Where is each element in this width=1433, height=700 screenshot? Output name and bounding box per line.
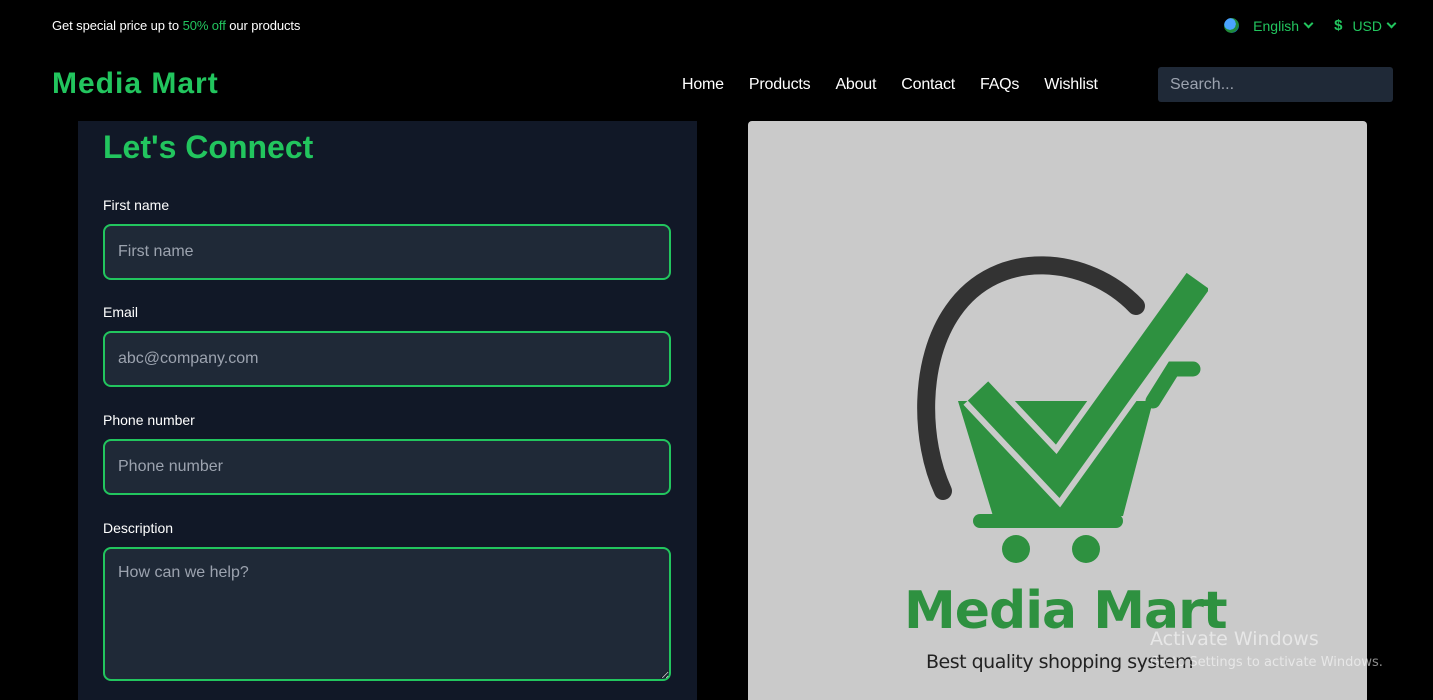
activation-watermark-title: Activate Windows <box>1150 628 1319 650</box>
brand-logo[interactable]: Media Mart <box>52 67 219 101</box>
promo-banner: Get special price up to 50% off our prod… <box>52 18 300 33</box>
currency-select[interactable]: USD <box>1352 17 1397 34</box>
phone-field[interactable] <box>103 439 671 495</box>
promo-prefix: Get special price up to <box>52 18 183 33</box>
form-title: Let's Connect <box>103 129 314 165</box>
first-name-field[interactable] <box>103 224 671 280</box>
description-label: Description <box>103 520 174 536</box>
nav-products[interactable]: Products <box>749 76 811 94</box>
language-label: English <box>1253 17 1300 34</box>
currency-icon: $ <box>1334 17 1343 34</box>
logo-card: Media Mart Best quality shopping system <box>748 121 1367 700</box>
nav-contact[interactable]: Contact <box>901 76 955 94</box>
page: Get special price up to 50% off our prod… <box>8 8 1425 700</box>
globe-icon <box>1224 18 1240 33</box>
language-select[interactable]: English <box>1253 17 1314 34</box>
first-name-label: First name <box>103 197 170 213</box>
cart-check-icon <box>917 256 1208 563</box>
main-nav: Home Products About Contact FAQs Wishlis… <box>682 75 1123 95</box>
activation-watermark-hint: Go to Settings to activate Windows. <box>1150 655 1383 670</box>
phone-label: Phone number <box>103 412 195 428</box>
nav-faqs[interactable]: FAQs <box>980 76 1019 94</box>
promo-highlight: 50% off <box>182 18 226 33</box>
search-input[interactable] <box>1158 67 1393 102</box>
description-field[interactable] <box>103 547 671 681</box>
email-field[interactable] <box>103 331 671 387</box>
nav-about[interactable]: About <box>835 76 876 94</box>
currency-label: USD <box>1352 17 1382 34</box>
chevron-down-icon <box>1303 18 1314 29</box>
nav-wishlist[interactable]: Wishlist <box>1044 76 1098 94</box>
contact-form: Let's Connect First name Email Phone num… <box>78 121 697 700</box>
nav-home[interactable]: Home <box>682 76 724 94</box>
chevron-down-icon <box>1386 18 1397 29</box>
email-label: Email <box>103 304 139 320</box>
locale-controls: English $ USD <box>1224 17 1397 34</box>
promo-suffix: our products <box>225 18 301 33</box>
